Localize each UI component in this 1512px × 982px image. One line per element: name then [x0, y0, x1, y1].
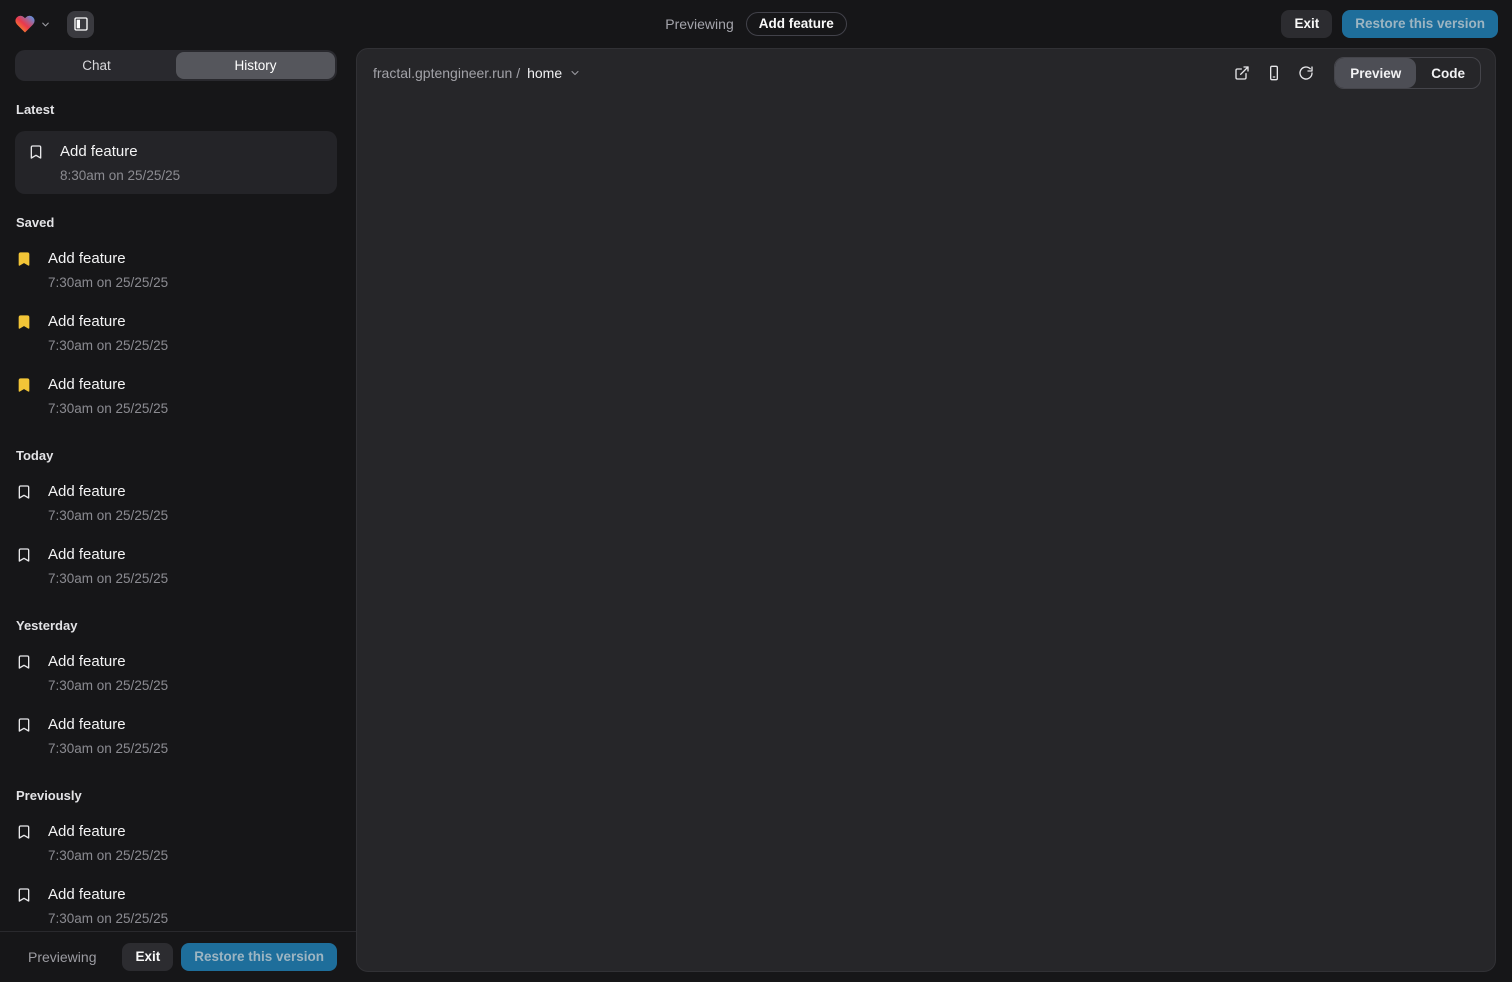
restore-version-button[interactable]: Restore this version — [1342, 10, 1498, 38]
bookmark-outline-icon — [28, 144, 44, 160]
history-item-title: Add feature — [48, 374, 168, 396]
preview-header: fractal.gptengineer.run / home Preview — [357, 49, 1495, 97]
history-section-title: Today — [16, 448, 340, 463]
history-item[interactable]: Add feature 7:30am on 25/25/25 — [0, 534, 356, 597]
history-item[interactable]: Add feature 7:30am on 25/25/25 — [0, 301, 356, 364]
history-section-title: Previously — [16, 788, 340, 803]
mobile-view-button[interactable] — [1260, 59, 1288, 87]
history-section-title: Yesterday — [16, 618, 340, 633]
bookmark-outline-icon — [16, 484, 32, 500]
history-item[interactable]: Add feature 7:30am on 25/25/25 — [0, 704, 356, 767]
preview-url-page: home — [527, 65, 562, 81]
history-item-title: Add feature — [48, 481, 168, 503]
history-section-title: Latest — [16, 102, 340, 117]
version-name-badge: Add feature — [746, 12, 847, 36]
history-section: Today Add feature 7:30am on 25/25/25 Add… — [0, 448, 356, 597]
toggle-preview[interactable]: Preview — [1335, 58, 1416, 88]
open-external-button[interactable] — [1228, 59, 1256, 87]
smartphone-icon — [1266, 65, 1282, 81]
history-item[interactable]: Add feature 7:30am on 25/25/25 — [0, 471, 356, 534]
preview-panel: fractal.gptengineer.run / home Preview — [356, 48, 1496, 972]
history-section-title: Saved — [16, 215, 340, 230]
history-item-timestamp: 7:30am on 25/25/25 — [48, 571, 168, 587]
workspace-menu-button[interactable] — [14, 13, 51, 35]
bookmark-outline-icon — [16, 717, 32, 733]
lovable-heart-logo-icon — [14, 13, 36, 35]
version-history-list: Latest Add feature 8:30am on 25/25/25 Sa… — [0, 81, 356, 931]
history-item-timestamp: 7:30am on 25/25/25 — [48, 741, 168, 757]
history-item-title: Add feature — [48, 884, 168, 906]
history-sidebar: Chat History Latest Add feature 8:30am o… — [0, 48, 356, 982]
history-item-timestamp: 7:30am on 25/25/25 — [48, 508, 168, 524]
preview-url-prefix: fractal.gptengineer.run / — [373, 65, 520, 81]
bookmark-filled-icon — [16, 251, 32, 267]
history-item-title: Add feature — [48, 714, 168, 736]
history-item-timestamp: 8:30am on 25/25/25 — [60, 168, 180, 184]
history-item-title: Add feature — [48, 651, 168, 673]
history-item-timestamp: 7:30am on 25/25/25 — [48, 848, 168, 864]
preview-viewport — [357, 97, 1495, 971]
sidebar-toggle-button[interactable] — [67, 11, 94, 38]
history-item[interactable]: Add feature 7:30am on 25/25/25 — [0, 641, 356, 704]
preview-code-toggle: Preview Code — [1334, 57, 1481, 89]
history-item[interactable]: Add feature 7:30am on 25/25/25 — [0, 874, 356, 931]
history-item[interactable]: Add feature 7:30am on 25/25/25 — [0, 238, 356, 301]
history-item[interactable]: Add feature 8:30am on 25/25/25 — [15, 131, 337, 194]
restore-version-button[interactable]: Restore this version — [181, 943, 337, 971]
history-item[interactable]: Add feature 7:30am on 25/25/25 — [0, 811, 356, 874]
history-item[interactable]: Add feature 7:30am on 25/25/25 — [0, 364, 356, 427]
toggle-code[interactable]: Code — [1416, 58, 1480, 88]
bookmark-outline-icon — [16, 824, 32, 840]
history-item-title: Add feature — [48, 311, 168, 333]
history-item-title: Add feature — [48, 544, 168, 566]
route-selector[interactable]: fractal.gptengineer.run / home — [373, 65, 581, 81]
history-section: Previously Add feature 7:30am on 25/25/2… — [0, 788, 356, 931]
history-section: Yesterday Add feature 7:30am on 25/25/25… — [0, 618, 356, 767]
history-item-timestamp: 7:30am on 25/25/25 — [48, 678, 168, 694]
previewing-status-label: Previewing — [28, 949, 96, 965]
external-link-icon — [1234, 65, 1250, 81]
exit-button[interactable]: Exit — [1281, 10, 1332, 38]
tab-history[interactable]: History — [176, 52, 335, 79]
refresh-button[interactable] — [1292, 59, 1320, 87]
exit-button[interactable]: Exit — [122, 943, 173, 971]
history-section: Saved Add feature 7:30am on 25/25/25 Add… — [0, 215, 356, 427]
bookmark-outline-icon — [16, 654, 32, 670]
bookmark-outline-icon — [16, 887, 32, 903]
top-bar: Previewing Add feature Exit Restore this… — [0, 0, 1512, 48]
history-item-timestamp: 7:30am on 25/25/25 — [48, 401, 168, 417]
chevron-down-icon — [569, 67, 581, 79]
bookmark-filled-icon — [16, 377, 32, 393]
history-item-title: Add feature — [60, 141, 180, 163]
history-item-title: Add feature — [48, 821, 168, 843]
sidebar-footer: Previewing Exit Restore this version — [0, 931, 356, 982]
history-item-timestamp: 7:30am on 25/25/25 — [48, 338, 168, 354]
refresh-icon — [1298, 65, 1314, 81]
history-item-title: Add feature — [48, 248, 168, 270]
tab-chat[interactable]: Chat — [17, 52, 176, 79]
history-item-timestamp: 7:30am on 25/25/25 — [48, 911, 168, 927]
chevron-down-icon — [40, 19, 51, 30]
bookmark-outline-icon — [16, 547, 32, 563]
panel-left-icon — [73, 16, 89, 32]
sidebar-tabs: Chat History — [15, 50, 337, 81]
bookmark-filled-icon — [16, 314, 32, 330]
history-item-timestamp: 7:30am on 25/25/25 — [48, 275, 168, 291]
history-section: Latest Add feature 8:30am on 25/25/25 — [0, 102, 356, 194]
previewing-status-label: Previewing — [665, 16, 733, 32]
